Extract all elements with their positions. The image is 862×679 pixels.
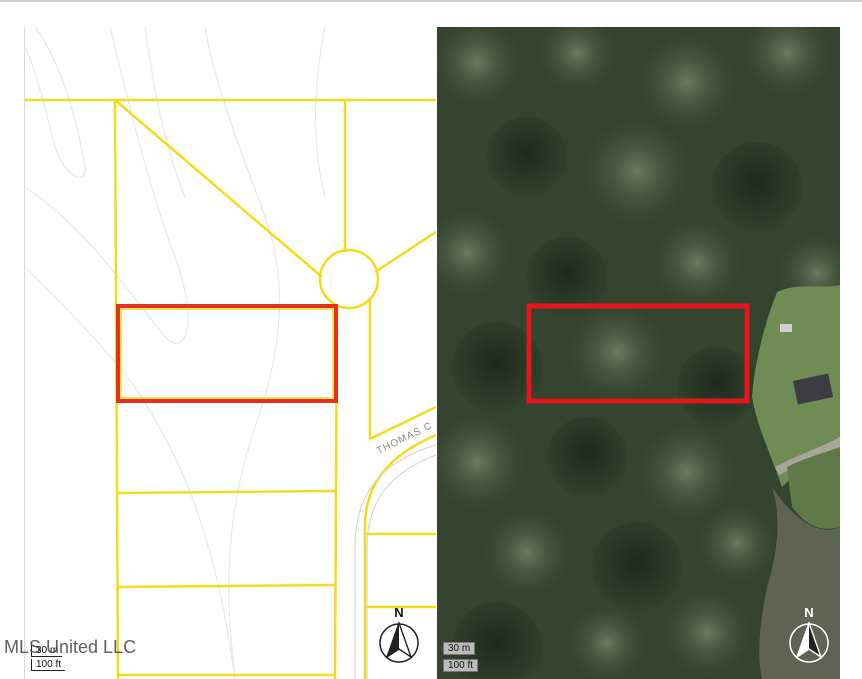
aerial-scale-meters: 30 m xyxy=(443,642,476,655)
compass-icon xyxy=(789,621,829,663)
compass-icon xyxy=(379,621,419,663)
aerial-scale-feet: 100 ft xyxy=(443,659,479,672)
parcel-lines xyxy=(25,98,436,679)
aerial-scale-bar: 30 m 100 ft xyxy=(443,642,503,677)
watermark: MLS United LLC xyxy=(4,637,137,657)
top-divider xyxy=(0,0,862,2)
parcel-map-canvas xyxy=(25,27,436,679)
parcel-north-label: N xyxy=(394,605,404,620)
parcel-north-arrow: N xyxy=(377,605,421,665)
aerial-map[interactable]: 30 m 100 ft N xyxy=(437,27,840,679)
aerial-north-label: N xyxy=(804,605,814,620)
parcel-map[interactable]: THOMAS C 30 m 100 ft N xyxy=(24,27,436,679)
aerial-north-arrow: N xyxy=(787,605,831,665)
parcel-scale-feet: 100 ft xyxy=(31,659,66,671)
subject-parcel-outline[interactable] xyxy=(116,304,338,403)
aerial-map-canvas xyxy=(437,27,840,679)
contour-lines xyxy=(25,27,326,679)
shed xyxy=(780,324,792,332)
